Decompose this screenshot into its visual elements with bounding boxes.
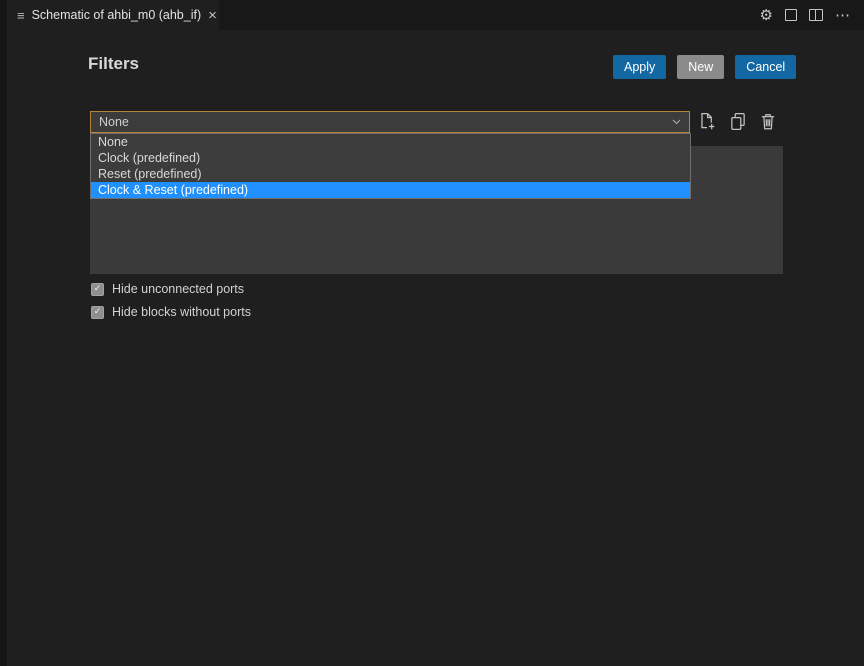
filter-tools	[698, 112, 776, 131]
hide-blocks-without-ports-checkbox[interactable]: ✓	[91, 306, 104, 319]
filters-button-row: Apply New Cancel	[613, 55, 796, 79]
preset-dropdown-list: None Clock (predefined) Reset (predefine…	[90, 133, 691, 199]
cancel-button[interactable]: Cancel	[735, 55, 796, 79]
filter-preset-select[interactable]: None	[90, 111, 690, 133]
page-title: Filters	[88, 54, 139, 74]
hide-unconnected-ports-row[interactable]: ✓ Hide unconnected ports	[91, 282, 244, 296]
dropdown-option-clock-reset[interactable]: Clock & Reset (predefined)	[91, 182, 690, 198]
more-actions-icon[interactable]: ⋯	[835, 8, 850, 23]
dropdown-option-clock[interactable]: Clock (predefined)	[91, 150, 690, 166]
delete-filter-icon[interactable]	[760, 112, 776, 131]
tab-bar: ≡ Schematic of ahbi_m0 (ahb_if) × ⚙ ⋯	[7, 0, 864, 30]
hide-unconnected-ports-label: Hide unconnected ports	[112, 282, 244, 296]
filter-preset-value: None	[99, 115, 672, 129]
hide-blocks-without-ports-row[interactable]: ✓ Hide blocks without ports	[91, 305, 251, 319]
copy-filter-icon[interactable]	[729, 112, 747, 131]
gear-icon[interactable]: ⚙	[760, 8, 773, 23]
split-editor-icon[interactable]	[809, 9, 823, 21]
hide-blocks-without-ports-label: Hide blocks without ports	[112, 305, 251, 319]
window-left-edge	[0, 0, 7, 666]
hide-unconnected-ports-checkbox[interactable]: ✓	[91, 283, 104, 296]
new-filter-icon[interactable]	[698, 112, 716, 131]
apply-button[interactable]: Apply	[613, 55, 666, 79]
editor-window: ≡ Schematic of ahbi_m0 (ahb_if) × ⚙ ⋯ Fi…	[0, 0, 864, 666]
layout-square-icon[interactable]	[785, 9, 797, 21]
tab-title: Schematic of ahbi_m0 (ahb_if)	[32, 8, 202, 22]
dropdown-option-none[interactable]: None	[91, 134, 690, 150]
split-editor-icon-divider	[810, 10, 816, 20]
checkmark-icon: ✓	[94, 308, 102, 317]
editor-list-icon: ≡	[17, 9, 25, 22]
tab-schematic[interactable]: ≡ Schematic of ahbi_m0 (ahb_if) ×	[7, 0, 219, 30]
chevron-down-icon	[672, 119, 681, 125]
editor-actions: ⚙ ⋯	[760, 0, 850, 30]
dropdown-option-reset[interactable]: Reset (predefined)	[91, 166, 690, 182]
new-button[interactable]: New	[677, 55, 724, 79]
close-icon[interactable]: ×	[208, 8, 217, 23]
checkmark-icon: ✓	[94, 285, 102, 294]
